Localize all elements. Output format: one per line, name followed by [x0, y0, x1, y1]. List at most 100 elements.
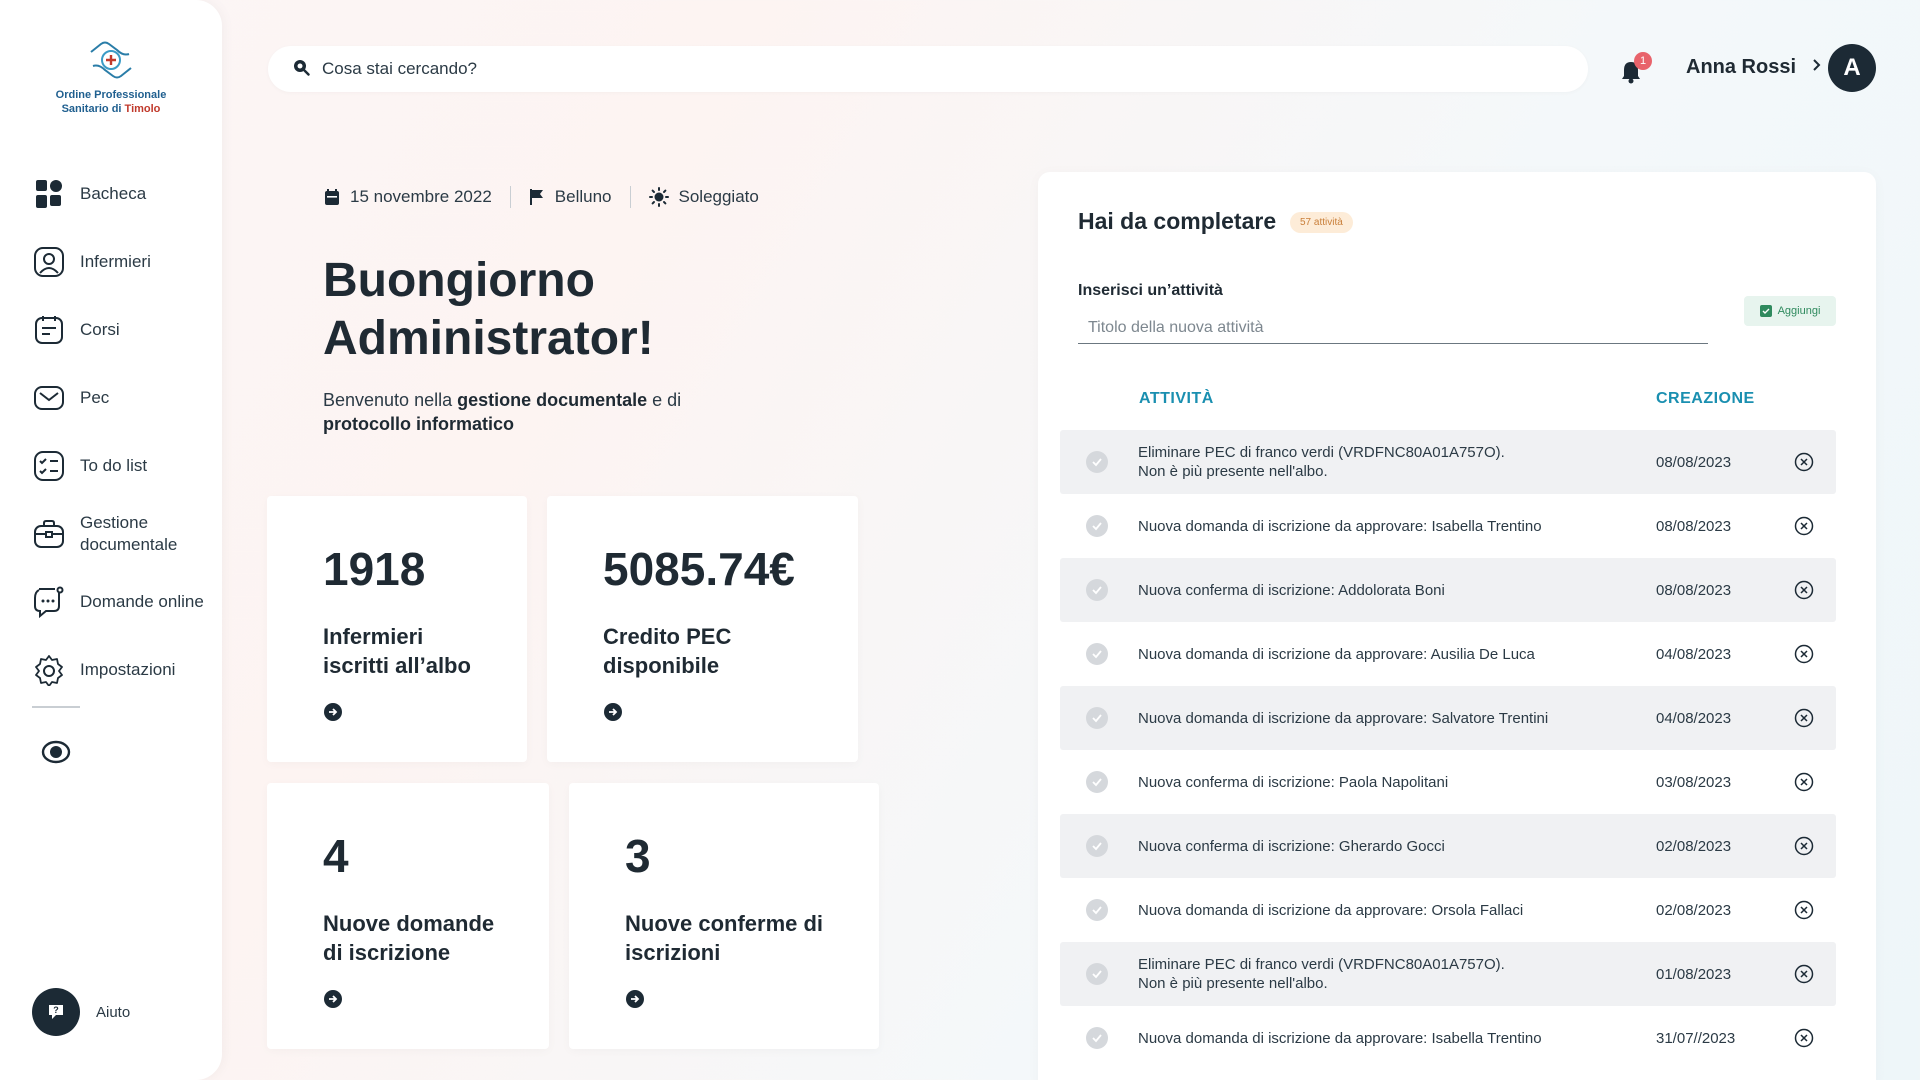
current-date: 15 novembre 2022 — [350, 187, 492, 206]
avatar[interactable]: A — [1828, 44, 1876, 92]
delete-circle-icon[interactable] — [1794, 1028, 1814, 1048]
sidebar-item-label: Corsi — [80, 320, 120, 339]
delete-circle-icon[interactable] — [1794, 580, 1814, 600]
help-button[interactable]: ? Aiuto — [32, 988, 130, 1036]
sidebar-nav: Bacheca Infermieri Corsi Pec To do list — [30, 160, 210, 704]
flag-icon — [529, 189, 543, 205]
chevron-right-icon — [1812, 58, 1822, 77]
task-row[interactable]: Eliminare PEC di franco verdi (VRDFNC80A… — [1060, 430, 1836, 494]
course-icon — [30, 311, 68, 349]
stat-card-nuove-conferme[interactable]: 3 Nuove conferme di iscrizioni — [569, 783, 879, 1049]
sidebar-item-gestione-documentale[interactable]: Gestione documentale — [30, 500, 210, 568]
delete-circle-icon[interactable] — [1794, 964, 1814, 984]
complete-check-icon[interactable] — [1086, 643, 1108, 665]
complete-check-icon[interactable] — [1086, 451, 1108, 473]
stat-card-infermieri[interactable]: 1918 Infermieri iscritti all’albo — [267, 496, 527, 762]
todo-count-badge: 57 attività — [1290, 212, 1353, 233]
welcome-mid: e di — [647, 390, 682, 410]
stat-value: 5085.74€ — [603, 543, 795, 595]
brand-line-1: Ordine Professionale — [55, 89, 167, 101]
task-date: 08/08/2023 — [1656, 453, 1732, 471]
search-input[interactable] — [322, 59, 1522, 79]
arrow-right-icon — [604, 703, 622, 721]
info-divider — [629, 186, 631, 208]
complete-check-icon[interactable] — [1086, 899, 1108, 921]
complete-check-icon[interactable] — [1086, 579, 1108, 601]
task-row[interactable]: Nuova conferma di iscrizione: Gherardo G… — [1060, 814, 1836, 878]
new-task-input[interactable] — [1078, 312, 1708, 344]
notifications-button[interactable]: 1 — [1620, 52, 1652, 86]
stat-card-nuove-domande[interactable]: 4 Nuove domande di iscrizione — [267, 783, 549, 1049]
delete-circle-icon[interactable] — [1794, 708, 1814, 728]
delete-circle-icon[interactable] — [1794, 516, 1814, 536]
complete-check-icon[interactable] — [1086, 771, 1108, 793]
welcome-bold-1: gestione documentale — [457, 390, 648, 410]
user-menu[interactable]: Anna Rossi — [1686, 56, 1822, 79]
sidebar-item-infermieri[interactable]: Infermieri — [30, 228, 210, 296]
stat-value: 3 — [625, 830, 651, 882]
search-bar — [268, 46, 1588, 92]
welcome-bold-2: protocollo informatico — [323, 414, 514, 434]
welcome-pre: Benvenuto nella — [323, 390, 458, 410]
sidebar-item-label: Domande online — [80, 592, 204, 611]
calendar-icon — [325, 189, 339, 205]
task-text: Nuova domanda di iscrizione da approvare… — [1138, 517, 1542, 535]
task-row[interactable]: Nuova conferma di iscrizione: Paola Napo… — [1060, 750, 1836, 814]
delete-circle-icon[interactable] — [1794, 772, 1814, 792]
sidebar-item-domande-online[interactable]: Domande online — [30, 568, 210, 636]
delete-circle-icon[interactable] — [1794, 644, 1814, 664]
sidebar-item-impostazioni[interactable]: Impostazioni — [30, 636, 210, 704]
greeting-line-2: Administrator! — [323, 312, 654, 365]
column-header-created[interactable]: CREAZIONE — [1656, 390, 1755, 408]
task-date: 02/08/2023 — [1656, 837, 1732, 855]
arrow-right-icon — [626, 990, 644, 1008]
sidebar-item-pec[interactable]: Pec — [30, 364, 210, 432]
task-row[interactable]: Nuova domanda di iscrizione da approvare… — [1060, 878, 1836, 942]
checklist-icon — [30, 447, 68, 485]
column-header-activity[interactable]: ATTIVITÀ — [1139, 390, 1214, 408]
sidebar-item-bacheca[interactable]: Bacheca — [30, 160, 210, 228]
welcome-text: Benvenuto nella gestione documentale e d… — [323, 388, 743, 436]
notification-count-badge: 1 — [1634, 52, 1652, 70]
sidebar-item-corsi[interactable]: Corsi — [30, 296, 210, 364]
task-date: 04/08/2023 — [1656, 709, 1732, 727]
task-row[interactable]: Eliminare PEC di franco verdi (VRDFNC80A… — [1060, 942, 1836, 1006]
delete-circle-icon[interactable] — [1794, 452, 1814, 472]
task-row[interactable]: Nuova conferma di iscrizione: Addolorata… — [1060, 558, 1836, 622]
current-weather: Soleggiato — [678, 187, 759, 206]
mail-icon — [30, 379, 68, 417]
delete-circle-icon[interactable] — [1794, 900, 1814, 920]
task-row[interactable]: Nuova domanda di iscrizione da approvare… — [1060, 622, 1836, 686]
task-text: Nuova domanda di iscrizione da approvare… — [1138, 645, 1535, 663]
search-icon — [292, 58, 310, 81]
checkbox-icon — [1759, 305, 1772, 317]
task-text: Nuova domanda di iscrizione da approvare… — [1138, 901, 1524, 919]
greeting-title: Buongiorno Administrator! — [323, 252, 654, 368]
sidebar-item-label: Impostazioni — [80, 660, 176, 679]
delete-circle-icon[interactable] — [1794, 836, 1814, 856]
complete-check-icon[interactable] — [1086, 515, 1108, 537]
help-label: Aiuto — [96, 1003, 131, 1021]
stat-card-credito-pec[interactable]: 5085.74€ Credito PEC disponibile — [547, 496, 858, 762]
sidebar-item-todo[interactable]: To do list — [30, 432, 210, 500]
task-text: Nuova domanda di iscrizione da approvare… — [1138, 1029, 1542, 1047]
task-row[interactable]: Nuova domanda di iscrizione da approvare… — [1060, 686, 1836, 750]
complete-check-icon[interactable] — [1086, 707, 1108, 729]
theme-toggle-icon[interactable] — [40, 736, 72, 768]
chat-icon — [30, 583, 68, 621]
task-date: 08/08/2023 — [1656, 581, 1732, 599]
complete-check-icon[interactable] — [1086, 835, 1108, 857]
add-task-button[interactable]: Aggiungi — [1744, 296, 1836, 326]
task-date: 03/08/2023 — [1656, 773, 1732, 791]
task-row[interactable]: Nuova domanda di iscrizione da approvare… — [1060, 494, 1836, 558]
task-text: Nuova conferma di iscrizione: Paola Napo… — [1138, 773, 1449, 791]
user-icon — [30, 243, 68, 281]
sun-icon — [648, 187, 669, 207]
complete-check-icon[interactable] — [1086, 1027, 1108, 1049]
task-row[interactable]: Nuova domanda di iscrizione da approvare… — [1060, 1006, 1836, 1070]
complete-check-icon[interactable] — [1086, 963, 1108, 985]
task-text: Eliminare PEC di franco verdi (VRDFNC80A… — [1138, 444, 1505, 480]
arrow-right-icon — [324, 703, 342, 721]
sidebar-item-label: Pec — [80, 388, 110, 407]
brand-logo[interactable]: Ordine Professionale Sanitario di Timolo — [40, 40, 182, 116]
